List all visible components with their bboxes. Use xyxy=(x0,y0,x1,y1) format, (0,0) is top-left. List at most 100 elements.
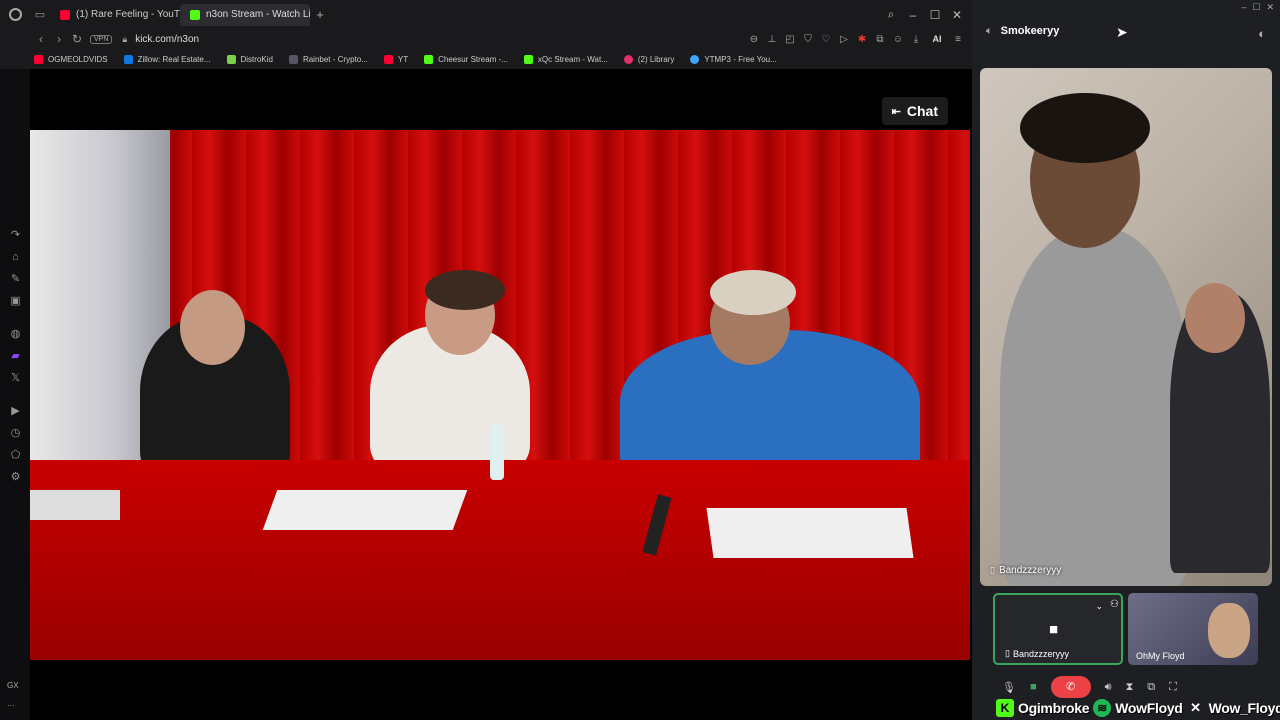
water-bottle xyxy=(490,425,504,480)
bookmark-item[interactable]: OGMEOLDVIDS xyxy=(34,54,108,64)
distrokid-icon xyxy=(226,54,236,64)
shield-icon[interactable]: ⛉ xyxy=(802,34,814,45)
volume-icon[interactable]: 🔊︎ xyxy=(1105,681,1112,694)
tab-islands-icon[interactable]: ▭ xyxy=(30,0,50,29)
paper-sheet xyxy=(706,508,914,558)
kick-icon xyxy=(190,9,200,20)
end-call-button[interactable]: ✆ xyxy=(1050,676,1091,698)
forward-arrow-icon[interactable]: › xyxy=(50,32,68,46)
bookmark-label: Zillow: Real Estate... xyxy=(137,54,211,64)
participant-body xyxy=(1000,228,1190,586)
puzzle-icon[interactable]: ⧉ xyxy=(874,34,886,45)
bookmark-item[interactable]: xQc Stream - Wat... xyxy=(523,54,608,64)
chat-button-label: Chat xyxy=(906,103,938,119)
youtube-icon xyxy=(60,9,70,20)
settings-gear-icon[interactable]: ⚙ xyxy=(9,471,22,484)
kick-icon: K xyxy=(996,699,1014,717)
gx-corner-label[interactable]: GX xyxy=(7,681,19,690)
social-handle: Ogimbroke xyxy=(1018,700,1090,716)
close-icon[interactable]: ✕ xyxy=(948,8,966,22)
stream-video-player[interactable] xyxy=(30,130,970,660)
call-app-window: – ☐ ✕ 🔈︎ Smokeeryy ◐ ➤ ▯ Bandzzzeryyy ■ … xyxy=(972,0,1280,720)
maximize-icon[interactable]: ☐ xyxy=(926,8,944,22)
bookmark-item[interactable]: YTMP3 - Free You... xyxy=(690,54,777,64)
camera-off-icon: ■ xyxy=(1049,621,1059,638)
participant-label: ▯ Bandzzzeryyy xyxy=(990,565,1061,576)
camera-icon[interactable]: ■ xyxy=(1030,681,1037,693)
chat-toggle-button[interactable]: ⇤ Chat xyxy=(881,97,948,125)
messenger-icon[interactable]: ▣ xyxy=(9,295,22,308)
pin-icon[interactable]: ⊥ xyxy=(766,34,778,45)
fullscreen-icon[interactable]: ⛶ xyxy=(1169,681,1177,694)
screenshare-icon[interactable]: ⧗ xyxy=(1126,681,1134,694)
person-middle-hair xyxy=(425,270,505,310)
person-right-hair xyxy=(710,270,796,315)
bookmark-item[interactable]: YT xyxy=(383,54,408,64)
youtube-icon xyxy=(34,54,43,64)
toolbar-icons: ⊖ ⊥ ◰ ⛉ ♡ ▷ ✱ ⧉ ☺ ⤓ AI ≡ xyxy=(748,34,972,45)
participant-hair xyxy=(1020,93,1150,163)
participant-thumbnail[interactable]: OhMy Floyd xyxy=(1128,593,1258,665)
bookmark-label: YTMP3 - Free You... xyxy=(704,54,777,64)
chat-collapse-icon: ⇤ xyxy=(891,105,901,118)
clock-icon[interactable]: ◷ xyxy=(9,427,22,440)
window-controls: ⌕ – ☐ ✕ xyxy=(882,7,972,22)
bookmark-label: Rainbet - Crypto... xyxy=(302,54,368,64)
second-participant-head xyxy=(1185,283,1245,353)
player-icon[interactable]: ▶ xyxy=(9,405,22,418)
menu-icon[interactable]: ≡ xyxy=(952,34,964,45)
zoom-icon[interactable]: ⊖ xyxy=(748,34,760,45)
vpn-badge[interactable]: VPN xyxy=(90,34,113,44)
bookmark-item[interactable]: (2) Library xyxy=(623,54,674,64)
x-icon[interactable]: 𝕏 xyxy=(9,372,22,385)
notes-icon[interactable]: ✎ xyxy=(9,273,22,286)
tab-label: n3on Stream - Watch Live xyxy=(206,9,310,20)
lock-icon[interactable]: 🔒︎ xyxy=(122,34,127,45)
activity-icon[interactable]: ◐ xyxy=(1258,26,1266,41)
new-tab-button[interactable]: + xyxy=(310,7,330,22)
participant-face xyxy=(1208,603,1250,658)
reload-icon[interactable]: ↻ xyxy=(68,32,86,46)
popout-icon[interactable]: ⧉ xyxy=(1147,681,1155,694)
bookmark-item[interactable]: Zillow: Real Estate... xyxy=(123,54,211,64)
participant-thumbnail[interactable]: ■ ⌄ ⚇ ▯ Bandzzzeryyy xyxy=(993,593,1123,665)
url-field[interactable]: kick.com/n3on xyxy=(135,34,199,45)
main-video-feed[interactable]: ▯ Bandzzzeryyy xyxy=(980,68,1272,586)
back-arrow-icon[interactable]: ‹ xyxy=(32,32,50,46)
extensions-icon[interactable]: ⬠ xyxy=(9,449,22,462)
kick-page: ⇤ Chat xyxy=(30,69,972,720)
bookmark-item[interactable]: Rainbet - Crypto... xyxy=(288,54,368,64)
person-left-head xyxy=(180,290,245,365)
youtube-icon xyxy=(383,54,393,64)
discord-icon[interactable]: ◍ xyxy=(9,328,22,341)
bookmark-label: Cheesur Stream -... xyxy=(438,54,508,64)
ai-button[interactable]: AI xyxy=(928,34,946,45)
bookmark-label: DistroKid xyxy=(240,54,273,64)
kick-icon xyxy=(523,54,533,64)
profile-icon[interactable]: ☺ xyxy=(892,34,904,45)
tab-kick-stream[interactable]: n3on Stream - Watch Live xyxy=(180,3,310,26)
chevron-down-icon[interactable]: ⌄ xyxy=(1095,601,1103,612)
tab-youtube[interactable]: (1) Rare Feeling - YouTube xyxy=(50,4,180,26)
heart-icon[interactable]: ♡ xyxy=(820,34,832,45)
opera-gx-logo-icon[interactable] xyxy=(0,0,30,29)
channel-name: Smokeeryy xyxy=(1000,25,1060,37)
thumbnail-name: OhMy Floyd xyxy=(1136,651,1185,661)
add-user-icon[interactable]: ⚇ xyxy=(1110,599,1119,610)
history-arrow-icon[interactable]: ↷ xyxy=(9,229,22,242)
extension-icon[interactable]: ✱ xyxy=(856,34,868,45)
download-icon[interactable]: ⤓ xyxy=(910,34,922,45)
play-icon[interactable]: ▷ xyxy=(838,34,850,45)
more-icon[interactable]: ··· xyxy=(7,701,15,710)
microphone-icon[interactable]: 🎙︎ xyxy=(1002,681,1016,694)
bookmark-item[interactable]: Cheesur Stream -... xyxy=(424,54,508,64)
ytmp3-icon xyxy=(690,54,700,64)
address-bar: ‹ › ↻ VPN 🔒︎ kick.com/n3on ⊖ ⊥ ◰ ⛉ ♡ ▷ ✱… xyxy=(0,29,972,49)
bookmark-item[interactable]: DistroKid xyxy=(226,54,273,64)
thumbnail-label: OhMy Floyd xyxy=(1136,651,1185,661)
search-icon[interactable]: ⌕ xyxy=(882,7,900,22)
flow-icon[interactable]: ⌂ xyxy=(9,251,22,264)
minimize-icon[interactable]: – xyxy=(904,8,922,22)
twitch-icon[interactable]: ▰ xyxy=(9,350,22,363)
snapshot-icon[interactable]: ◰ xyxy=(784,34,796,45)
